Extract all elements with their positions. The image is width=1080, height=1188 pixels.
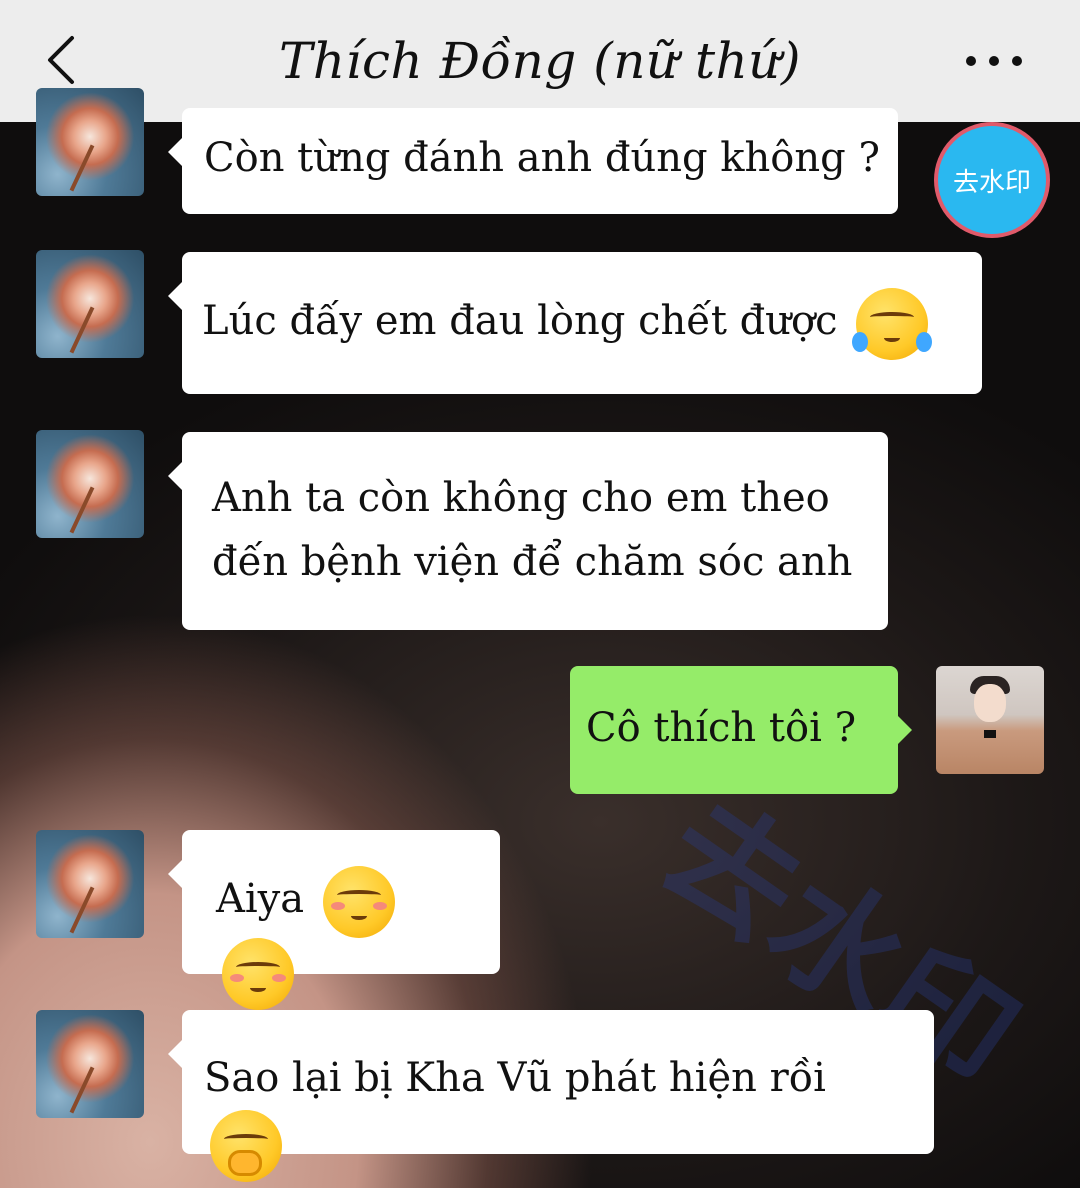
message-text: Còn từng đánh anh đúng không ?: [204, 135, 880, 181]
more-options-icon[interactable]: [966, 56, 1022, 68]
contact-avatar[interactable]: [36, 830, 144, 938]
chat-title: Thích Đồng (nữ thứ): [279, 32, 801, 90]
contact-avatar[interactable]: [36, 88, 144, 196]
incoming-message[interactable]: Aiya: [168, 830, 500, 1010]
message-text: Lúc đấy em đau lòng chết được: [202, 298, 838, 344]
blushing-emoji-icon: [222, 938, 294, 1010]
back-arrow-icon[interactable]: [42, 34, 82, 86]
incoming-message[interactable]: Sao lại bị Kha Vũ phát hiện rồi: [168, 1010, 934, 1182]
hand-over-mouth-emoji-icon: [210, 1110, 282, 1182]
message-text-line: đến bệnh viện để chăm sóc anh: [212, 539, 853, 585]
message-text: Cô thích tôi ?: [586, 705, 857, 751]
message-text: Sao lại bị Kha Vũ phát hiện rồi: [204, 1055, 826, 1101]
contact-avatar[interactable]: [36, 1010, 144, 1118]
remove-watermark-badge[interactable]: 去水印: [934, 122, 1050, 238]
incoming-message[interactable]: Anh ta còn không cho em theo đến bệnh vi…: [168, 432, 888, 630]
crying-laughing-emoji-icon: [852, 288, 933, 360]
contact-avatar[interactable]: [36, 430, 144, 538]
contact-avatar[interactable]: [36, 250, 144, 358]
incoming-message[interactable]: Lúc đấy em đau lòng chết được: [168, 252, 982, 394]
user-avatar[interactable]: [936, 666, 1044, 774]
message-text: Aiya: [216, 876, 305, 922]
incoming-message[interactable]: Còn từng đánh anh đúng không ?: [168, 108, 898, 214]
message-text-line: Anh ta còn không cho em theo: [212, 475, 830, 521]
outgoing-message[interactable]: Cô thích tôi ?: [570, 666, 912, 794]
blushing-emoji-icon: [322, 866, 395, 938]
chat-header: Thích Đồng (nữ thứ): [0, 0, 1080, 122]
